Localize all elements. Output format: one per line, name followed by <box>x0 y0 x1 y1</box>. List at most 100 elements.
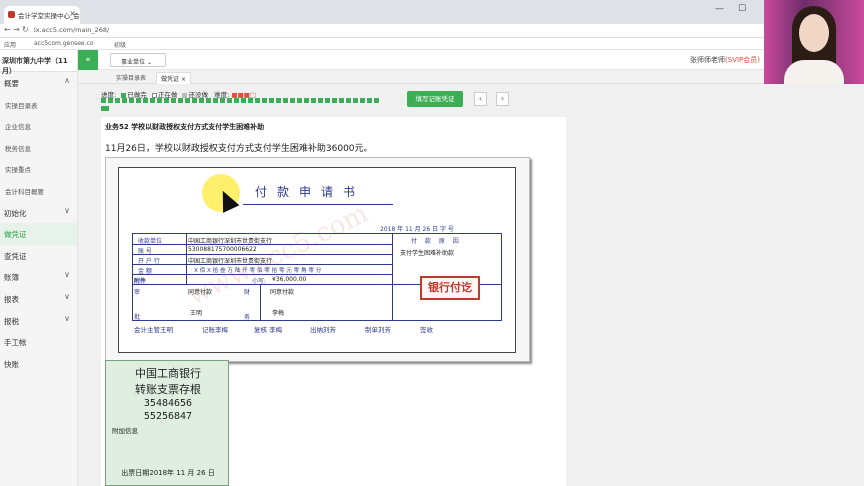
sidebar-item-accounts[interactable]: 会计科目概要 <box>0 180 77 202</box>
sidebar-item-tax-filing[interactable]: 报税 ∨ <box>0 310 77 332</box>
sidebar-item-ledger[interactable]: 账簿 ∨ <box>0 266 77 288</box>
progress-bar[interactable] <box>101 98 381 103</box>
doing-swatch <box>151 92 157 98</box>
grid-line <box>392 233 393 321</box>
minimize-icon[interactable]: — <box>715 4 724 14</box>
sidebar-item-company-info[interactable]: 企业信息 <box>0 115 77 137</box>
dept-label: 务 <box>244 314 251 321</box>
cheque-number-2: 55256847 <box>143 411 193 422</box>
bank-paid-stamp: 银行付讫 <box>420 276 480 300</box>
chevron-down-icon: ∨ <box>64 313 70 323</box>
sidebar-item-reports[interactable]: 报表 ∨ <box>0 288 77 310</box>
bookmark-acc5[interactable]: acc5com.gensee.co <box>34 40 94 47</box>
sidebar: 深圳市第九中学（11月） 概要 ∧ 实操目录表 企业信息 税务信息 实操重点 会计… <box>0 50 78 486</box>
sidebar-item-key-points[interactable]: 实操重点 <box>0 158 77 180</box>
amount-label: 金 额 <box>138 268 152 275</box>
close-icon[interactable]: × <box>181 76 186 83</box>
next-business-button[interactable]: › <box>496 92 509 106</box>
finance-name: 李梅 <box>272 310 285 317</box>
grid-line <box>260 284 261 321</box>
sidebar-item-label: 企业信息 <box>5 123 31 132</box>
tab-label: 做凭证 <box>161 76 180 83</box>
sidebar-item-make-voucher[interactable]: 做凭证 <box>0 223 77 245</box>
sig-cashier: 出纳刘芳 <box>310 326 336 334</box>
fill-voucher-button[interactable]: 填写记账凭证 <box>407 91 463 107</box>
tab-catalog[interactable]: 实操目录表 <box>112 72 150 83</box>
batch-label: 批 <box>134 314 141 321</box>
account-value: 530088175700006622 <box>188 246 257 253</box>
sidebar-item-overview[interactable]: 概要 ∧ <box>0 72 77 94</box>
chevron-down-icon: ∨ <box>64 270 70 280</box>
sidebar-item-label: 会计科目概要 <box>5 187 44 196</box>
teacher-info[interactable]: 张师师老师(SVIP会员) <box>690 55 760 65</box>
business-title: 业务52 学校以财政授权支付方式支付学生困难补助 <box>105 123 265 131</box>
chevron-down-icon: ∨ <box>64 205 70 215</box>
sidebar-item-label: 账簿 <box>4 273 19 283</box>
sidebar-item-label: 做凭证 <box>4 230 27 240</box>
url-field[interactable]: lx.acc5.com/main_268/ <box>34 26 109 34</box>
chevron-down-icon: ∨ <box>64 291 70 301</box>
form-title: 付款申请书 <box>255 185 366 199</box>
cheque-bank: 中国工商银行 <box>135 367 201 380</box>
sidebar-item-init[interactable]: 初始化 ∨ <box>0 202 77 224</box>
reload-icon[interactable]: ↻ <box>22 25 29 34</box>
sig-receipt: 签收 <box>420 326 433 334</box>
sidebar-item-label: 快账 <box>4 359 19 369</box>
presenter-face <box>799 14 829 52</box>
finance-label: 财 <box>244 289 251 296</box>
chevron-down-icon: ⌄ <box>146 59 152 66</box>
sig-bookkeeper: 记账李梅 <box>202 326 228 334</box>
form-date: 2018 年 11 月 26 日 字 号 <box>380 226 454 233</box>
payee-label: 收款单位 <box>138 238 163 245</box>
cheque-number-1: 35484656 <box>143 398 193 409</box>
close-tab-icon[interactable]: × <box>69 9 76 18</box>
cheque-title: 转账支票存根 <box>135 383 201 396</box>
site-favicon-icon <box>8 11 15 18</box>
vip-badge: (SVIP会员) <box>725 56 760 64</box>
sub-tabs: 实操目录表 做凭证 × <box>78 70 864 84</box>
tab-make-voucher[interactable]: 做凭证 × <box>156 72 191 84</box>
chevron-up-icon: ∧ <box>64 76 70 85</box>
sidebar-item-catalog[interactable]: 实操目录表 <box>0 94 77 116</box>
sidebar-item-label: 报表 <box>4 294 19 304</box>
maximize-icon[interactable]: ☐ <box>738 4 746 14</box>
finance-opinion: 同意付款 <box>270 289 295 296</box>
sidebar-item-label: 税务信息 <box>5 144 31 153</box>
sidebar-item-label: 概要 <box>4 79 19 88</box>
payee-value: 中国工商银行深圳市世贵街支行 <box>188 238 273 245</box>
sidebar-item-label: 实操重点 <box>5 166 31 175</box>
bookmark-junior[interactable]: 初级 <box>114 40 126 49</box>
address-bar: ← → ↻ lx.acc5.com/main_268/ <box>0 24 864 38</box>
todo-swatch <box>182 92 188 98</box>
sidebar-item-tax-info[interactable]: 税务信息 <box>0 137 77 159</box>
sidebar-item-label: 手工帐 <box>4 338 27 348</box>
back-icon[interactable]: ← <box>4 25 11 34</box>
browser-tab[interactable]: 会计学堂实操中心_会计... × <box>4 6 80 24</box>
forward-icon[interactable]: → <box>13 25 20 34</box>
bank-label: 开 户 行 <box>138 258 160 265</box>
sidebar-item-check-voucher[interactable]: 查凭证 <box>0 245 77 267</box>
small-amount-value: ¥36,000.00 <box>272 276 307 283</box>
teacher-name: 张师师老师 <box>690 56 726 64</box>
bookmark-apps[interactable]: 应用 <box>4 40 16 49</box>
collapse-sidebar-button[interactable]: « <box>78 50 98 70</box>
sidebar-item-label: 初始化 <box>4 208 27 218</box>
webcam-overlay <box>764 0 864 84</box>
sidebar-item-label: 实操目录表 <box>5 101 38 110</box>
attachment-label: 附件 <box>134 278 147 285</box>
sidebar-item-manual-account[interactable]: 手工帐 <box>0 331 77 353</box>
browser-tabbar: 会计学堂实操中心_会计... × — ☐ <box>0 0 864 24</box>
approve-label: 审 <box>134 289 141 296</box>
unit-type-select[interactable]: 事业单位 ⌄ <box>110 53 166 67</box>
presenter-body <box>784 60 844 84</box>
school-name: 深圳市第九中学（11月） <box>0 50 77 75</box>
sig-preparer: 制单刘芳 <box>365 326 391 334</box>
sidebar-item-label: 报税 <box>4 316 19 326</box>
sig-accounting-supervisor: 会计主管王明 <box>134 326 173 334</box>
sidebar-item-quick-account[interactable]: 快账 <box>0 353 77 375</box>
title-underline <box>243 204 393 205</box>
progress-bar-current[interactable] <box>101 106 109 111</box>
grid-line <box>186 233 187 284</box>
prev-business-button[interactable]: ‹ <box>474 92 487 106</box>
cheque-stub-document: 中国工商银行 转账支票存根 35484656 55256847 附加信息 出票日… <box>105 360 229 486</box>
